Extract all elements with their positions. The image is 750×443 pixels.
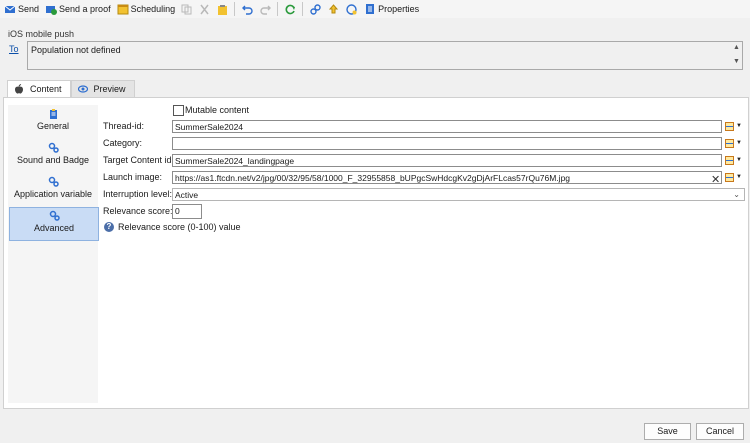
sidebar-item-label: General	[36, 121, 70, 131]
interruption-level-select[interactable]: Active ⌄	[172, 188, 745, 201]
apple-icon	[15, 84, 23, 94]
section-title: iOS mobile push	[8, 29, 75, 39]
sidebar-item-label: Advanced	[33, 223, 75, 233]
scheduling-button[interactable]: Scheduling	[115, 1, 178, 17]
tab-content[interactable]: Content	[7, 80, 71, 97]
thread-id-personalize-button[interactable]: ▼	[725, 120, 743, 132]
chevron-down-icon: ▼	[736, 123, 742, 129]
tab-content-label: Content	[30, 84, 62, 94]
network-icon[interactable]	[344, 1, 358, 17]
to-link[interactable]: To	[9, 44, 19, 54]
cancel-button[interactable]: Cancel	[696, 423, 744, 440]
send-proof-label: Send a proof	[59, 4, 111, 14]
chevron-down-icon: ▼	[736, 157, 742, 163]
personalize-icon	[725, 138, 734, 148]
clipboard-icon	[49, 109, 57, 119]
personalize-icon	[725, 155, 734, 165]
send-proof-button[interactable]: Send a proof	[43, 1, 113, 17]
send-proof-icon	[46, 6, 58, 15]
sidebar-item-label: Sound and Badge	[16, 155, 90, 165]
properties-icon	[366, 4, 375, 14]
sidebar-item-sound-and-badge[interactable]: Sound and Badge	[9, 140, 97, 172]
upload-icon[interactable]	[326, 1, 340, 17]
send-label: Send	[18, 4, 40, 14]
help-icon: ?	[104, 222, 114, 232]
target-population-field[interactable]: Population not defined ▲ ▼	[27, 41, 743, 70]
chevron-down-icon: ▼	[736, 174, 742, 180]
thread-id-label: Thread-id:	[103, 121, 145, 131]
scheduling-label: Scheduling	[130, 4, 176, 14]
toolbar-separator	[302, 2, 304, 16]
send-button[interactable]: Send	[2, 1, 41, 17]
launch-image-personalize-button[interactable]: ▼	[725, 171, 743, 183]
undo-icon[interactable]	[240, 1, 254, 17]
thread-id-input[interactable]: SummerSale2024	[172, 120, 722, 133]
paste-icon[interactable]	[215, 1, 229, 17]
sidebar-item-general[interactable]: General	[9, 106, 97, 138]
send-icon	[4, 5, 16, 13]
sidebar: General Sound and Badge Application vari…	[8, 105, 99, 403]
eye-icon	[77, 85, 88, 93]
target-content-personalize-button[interactable]: ▼	[725, 154, 743, 166]
category-input[interactable]	[172, 137, 722, 150]
target-content-id-label: Target Content id:	[103, 155, 175, 165]
sidebar-item-application-variable[interactable]: Application variable	[9, 174, 97, 206]
copy-icon[interactable]	[179, 1, 193, 17]
link-icon[interactable]	[308, 1, 322, 17]
content-tabs: Content Preview	[7, 80, 135, 97]
cut-icon[interactable]	[197, 1, 211, 17]
launch-image-label: Launch image:	[103, 172, 163, 182]
category-personalize-button[interactable]: ▼	[725, 137, 743, 149]
properties-label: Properties	[378, 4, 420, 14]
gears-icon	[48, 142, 59, 153]
personalize-icon	[725, 121, 734, 131]
clear-icon[interactable]: ✕	[711, 173, 720, 186]
relevance-score-label: Relevance score:	[103, 206, 173, 216]
target-scrollbar[interactable]: ▲ ▼	[730, 42, 742, 69]
chevron-down-icon: ▼	[736, 140, 742, 146]
scroll-down-icon[interactable]: ▼	[733, 58, 740, 65]
calendar-icon	[117, 4, 129, 15]
redo-icon[interactable]	[258, 1, 272, 17]
category-label: Category:	[103, 138, 143, 148]
save-button[interactable]: Save	[644, 423, 691, 440]
personalize-icon	[725, 172, 734, 182]
interruption-level-label: Interruption level:	[103, 189, 173, 199]
toolbar-separator	[234, 2, 236, 16]
tab-preview[interactable]: Preview	[70, 80, 135, 97]
properties-button[interactable]: Properties	[362, 1, 421, 17]
scroll-up-icon[interactable]: ▲	[733, 44, 740, 51]
chevron-down-icon: ⌄	[733, 190, 740, 199]
target-population-value: Population not defined	[31, 45, 121, 55]
tab-preview-label: Preview	[93, 84, 126, 94]
interruption-level-value: Active	[175, 190, 199, 200]
mutable-content-checkbox[interactable]	[173, 105, 184, 116]
mutable-content-label: Mutable content	[185, 105, 250, 115]
toolbar: Send Send a proof Scheduling Properties	[0, 0, 750, 18]
toolbar-separator	[277, 2, 279, 16]
relevance-score-input[interactable]: 0	[172, 204, 202, 219]
target-content-id-input[interactable]: SummerSale2024_landingpage	[172, 154, 722, 167]
relevance-help-text: Relevance score (0-100) value	[118, 222, 241, 232]
launch-image-input[interactable]: https://as1.ftcdn.net/v2/jpg/00/32/95/58…	[172, 171, 722, 184]
refresh-icon[interactable]	[283, 1, 297, 17]
gears-icon	[49, 210, 60, 221]
sidebar-item-label: Application variable	[13, 189, 93, 199]
gears-icon	[48, 176, 59, 187]
sidebar-item-advanced[interactable]: Advanced	[9, 207, 99, 241]
